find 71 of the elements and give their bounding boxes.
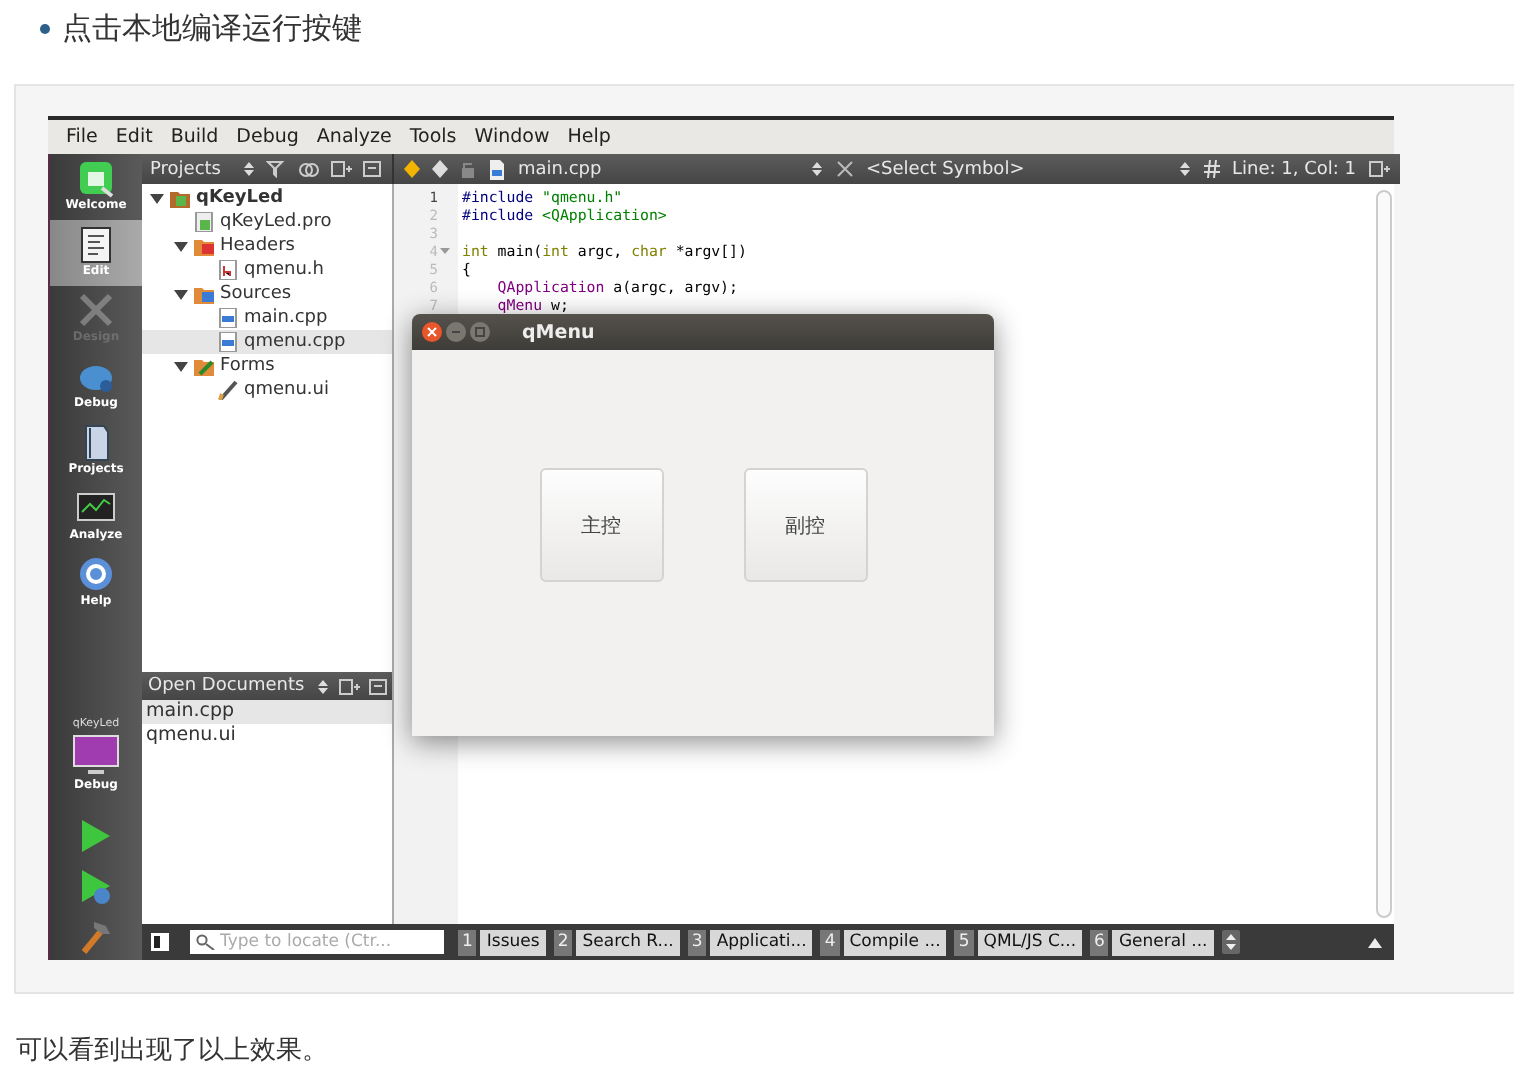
updown-icon[interactable] <box>1221 930 1240 954</box>
split-icon[interactable] <box>1368 160 1391 178</box>
caption-text: 可以看到出现了以上效果。 <box>16 1032 330 1068</box>
hash-icon[interactable] <box>1204 160 1220 178</box>
intro-text: 点击本地编译运行按键 <box>62 9 362 47</box>
locator-field[interactable]: Type to locate (Ctr... <box>190 930 444 954</box>
tree-item[interactable]: Forms <box>142 354 392 378</box>
symbol-selector[interactable]: <Select Symbol> <box>866 159 1166 179</box>
tree-item[interactable]: Headers <box>142 234 392 258</box>
file-icon <box>194 212 214 232</box>
close-icon[interactable] <box>836 160 854 178</box>
source-file-icon <box>218 332 238 352</box>
cursor-position: Line: 1, Col: 1 <box>1232 159 1357 179</box>
updown-icon[interactable] <box>1178 160 1192 178</box>
close-panel-icon[interactable] <box>362 160 385 178</box>
folder-icon <box>194 356 214 376</box>
updown-icon[interactable] <box>316 677 331 695</box>
menu-item[interactable]: Debug <box>236 126 299 148</box>
tree-item[interactable]: qmenu.ui <box>142 378 392 402</box>
split-icon[interactable] <box>330 160 353 178</box>
document-item[interactable]: qmenu.ui <box>142 724 392 748</box>
updown-icon[interactable] <box>242 160 257 178</box>
tree-item[interactable]: qmenu.h <box>142 258 392 282</box>
panel-title[interactable]: Open Documents <box>148 676 305 696</box>
document-item[interactable]: main.cpp <box>142 700 392 724</box>
close-icon[interactable] <box>422 322 442 342</box>
folder-icon <box>170 188 190 208</box>
expand-arrow-icon <box>150 191 164 205</box>
sidebar-toggle-icon[interactable] <box>150 932 170 952</box>
menu-item[interactable]: File <box>66 126 98 148</box>
forward-icon[interactable] <box>432 160 448 178</box>
tree-item[interactable]: main.cpp <box>142 306 392 330</box>
fold-arrow-icon[interactable] <box>440 246 450 256</box>
expand-arrow-icon <box>174 359 188 373</box>
expand-arrow-icon <box>174 239 188 253</box>
tree-item[interactable]: qmenu.cpp <box>142 330 392 354</box>
source-file-icon <box>218 308 238 328</box>
expand-arrow-icon <box>174 287 188 301</box>
expand-up-icon[interactable] <box>1368 937 1382 947</box>
pencil-icon <box>218 380 238 400</box>
file-icon <box>488 159 506 179</box>
file-selector[interactable]: main.cpp <box>518 159 798 179</box>
back-icon[interactable] <box>404 160 420 178</box>
tree-item[interactable]: qKeyLed.pro <box>142 210 392 234</box>
link-icon[interactable] <box>298 160 321 178</box>
panel-title[interactable]: Projects <box>150 159 221 179</box>
menu-item[interactable]: Edit <box>115 126 153 148</box>
menu-item[interactable]: Tools <box>409 126 457 148</box>
header-file-icon <box>218 260 238 280</box>
close-panel-icon[interactable] <box>368 677 391 695</box>
tools-icon <box>74 292 118 330</box>
menu-item[interactable]: Help <box>567 126 611 148</box>
menu-item[interactable]: Build <box>170 126 219 148</box>
filter-icon[interactable] <box>266 160 289 178</box>
updown-icon[interactable] <box>810 160 824 178</box>
menu-item[interactable]: Analyze <box>316 126 392 148</box>
scrollbar[interactable] <box>1376 190 1392 918</box>
push-button[interactable]: 副控 <box>743 468 867 582</box>
window-title: qMenu <box>522 321 595 343</box>
folder-icon <box>194 236 214 256</box>
monitor-icon <box>68 734 124 778</box>
menu-item[interactable]: Window <box>474 126 550 148</box>
lock-icon <box>460 160 476 178</box>
tree-item[interactable]: qKeyLed <box>142 186 392 210</box>
push-button[interactable]: 主控 <box>539 468 663 582</box>
folder-icon <box>194 284 214 304</box>
help-icon <box>74 556 118 594</box>
split-icon[interactable] <box>338 677 361 695</box>
bullet-icon <box>40 23 50 33</box>
tree-item[interactable]: Sources <box>142 282 392 306</box>
search-icon <box>196 934 216 950</box>
